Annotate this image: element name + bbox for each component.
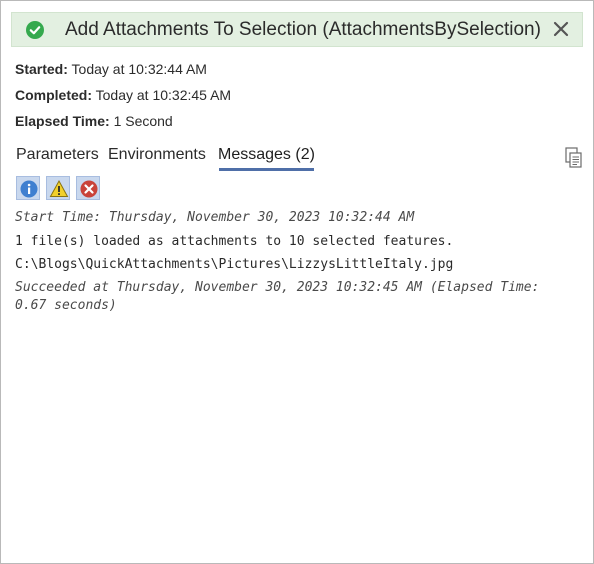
message-line: Succeeded at Thursday, November 30, 2023… xyxy=(15,280,540,295)
message-line: Start Time: Thursday, November 30, 2023 … xyxy=(15,210,415,225)
info-icon xyxy=(20,180,38,198)
active-tab-indicator xyxy=(219,168,314,171)
completed-label: Completed: xyxy=(15,87,92,103)
message-line: C:\Blogs\QuickAttachments\Pictures\Lizzy… xyxy=(15,257,454,272)
completed-row: Completed: Today at 10:32:45 AM xyxy=(15,87,231,103)
tab-parameters[interactable]: Parameters xyxy=(16,146,99,164)
dialog-header: Add Attachments To Selection (Attachment… xyxy=(11,12,583,47)
started-value: Today at 10:32:44 AM xyxy=(71,61,207,77)
warning-filter-button[interactable] xyxy=(46,176,70,200)
elapsed-row: Elapsed Time: 1 Second xyxy=(15,113,173,129)
elapsed-value: 1 Second xyxy=(113,113,173,129)
elapsed-label: Elapsed Time: xyxy=(15,113,110,129)
error-filter-button[interactable] xyxy=(76,176,100,200)
warning-icon xyxy=(49,179,69,197)
dialog-title: Add Attachments To Selection (Attachment… xyxy=(65,19,541,40)
close-icon[interactable] xyxy=(550,18,572,40)
tab-messages[interactable]: Messages (2) xyxy=(218,146,315,164)
copy-icon[interactable] xyxy=(564,146,584,170)
started-label: Started: xyxy=(15,61,68,77)
check-circle-icon xyxy=(26,21,44,39)
message-line: 0.67 seconds) xyxy=(15,298,117,313)
geoprocessing-details-dialog: Add Attachments To Selection (Attachment… xyxy=(0,0,594,564)
completed-value: Today at 10:32:45 AM xyxy=(95,87,232,103)
started-row: Started: Today at 10:32:44 AM xyxy=(15,61,207,77)
error-icon xyxy=(80,180,98,198)
tab-environments[interactable]: Environments xyxy=(108,146,206,164)
message-line: 1 file(s) loaded as attachments to 10 se… xyxy=(15,234,454,249)
info-filter-button[interactable] xyxy=(16,176,40,200)
